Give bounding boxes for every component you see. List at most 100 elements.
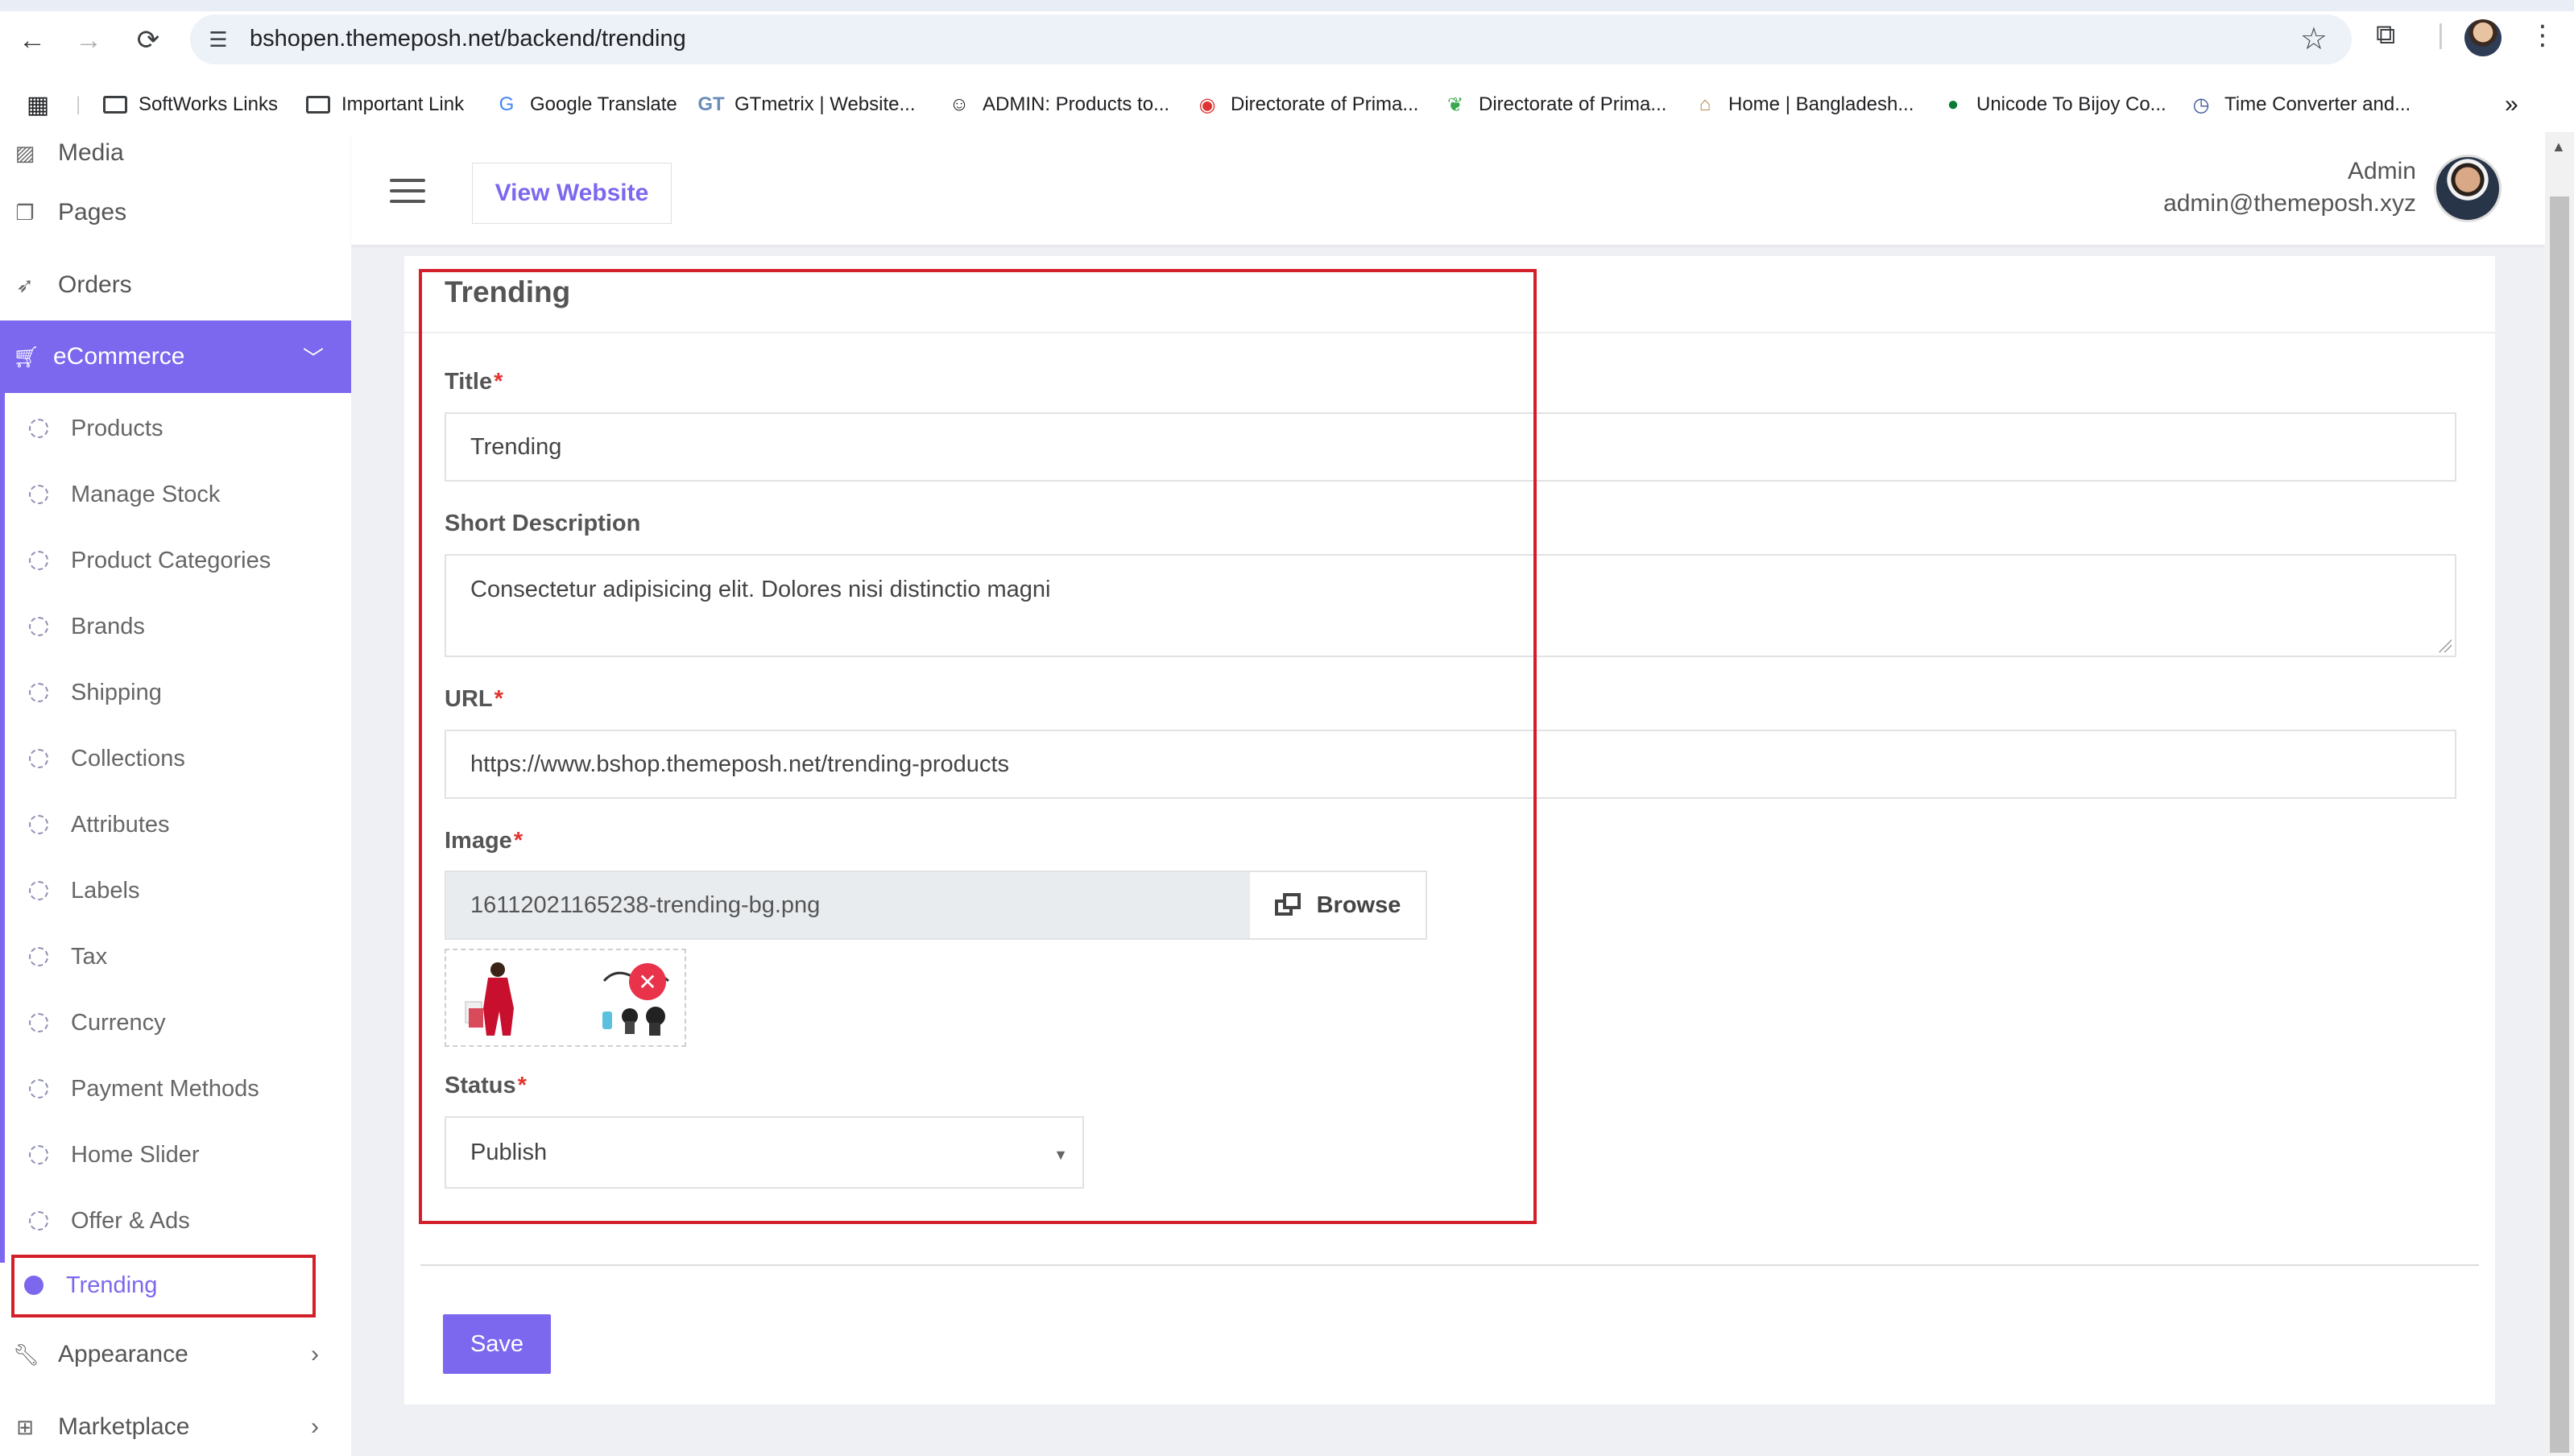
highlight-box <box>11 1255 316 1317</box>
circle-icon <box>29 683 48 702</box>
resize-handle[interactable] <box>2439 639 2452 652</box>
wrench-icon: 🔧︎ <box>13 1342 40 1367</box>
smiley-icon: ☺ <box>949 93 970 115</box>
scrollbar[interactable]: ▲ <box>2545 132 2574 1456</box>
circle-icon <box>29 947 48 966</box>
circle-icon <box>29 1211 48 1231</box>
sidebar: ▨ Media ❐ Pages ➶ Orders 🛒︎ eCommerce ﹀ Pro… <box>0 132 351 1456</box>
extensions-icon[interactable]: ⧉ <box>2376 19 2395 51</box>
avatar[interactable] <box>2434 155 2502 222</box>
folder-icon <box>306 96 330 114</box>
sidebar-item-pages[interactable]: ❐ Pages <box>0 180 351 245</box>
bookmark-item[interactable]: ◷ Time Converter and... <box>2189 87 2411 122</box>
sidebar-item-appearance[interactable]: 🔧︎ Appearance › <box>0 1322 351 1387</box>
circle-icon <box>29 881 48 900</box>
flag-icon: ● <box>1947 93 1959 115</box>
bookmark-item[interactable]: ⌂ Home | Bangladesh... <box>1693 87 1914 122</box>
bookmark-item[interactable]: ● Unicode To Bijoy Co... <box>1941 87 2166 122</box>
bookmarks-bar: ▦ | SoftWorks Links Important Link G Goog… <box>0 79 2574 133</box>
circle-icon <box>29 485 48 504</box>
bookmark-item[interactable]: G Google Translate <box>495 87 677 122</box>
url-label: URL* <box>445 686 503 712</box>
pages-icon: ❐ <box>15 200 35 225</box>
sidebar-item-manage-stock[interactable]: Manage Stock <box>29 470 220 519</box>
circle-icon <box>29 551 48 570</box>
circle-icon <box>29 1013 48 1032</box>
sidebar-item-labels[interactable]: Labels <box>29 867 139 915</box>
sidebar-item-shipping[interactable]: Shipping <box>29 668 162 717</box>
browse-icon <box>1274 893 1302 917</box>
short-description-label: Short Description <box>445 511 641 536</box>
more-bookmarks-icon[interactable]: » <box>2505 87 2518 122</box>
circle-icon <box>29 815 48 834</box>
emblem-icon: ◉ <box>1198 93 1216 116</box>
leaf-icon: ❦ <box>1446 93 1464 116</box>
sidebar-item-home-slider[interactable]: Home Slider <box>29 1131 200 1179</box>
title-input[interactable]: Trending <box>445 412 2456 482</box>
bookmark-item[interactable]: ❦ Directorate of Prima... <box>1443 87 1666 122</box>
sidebar-item-tax[interactable]: Tax <box>29 933 107 981</box>
status-label: Status* <box>445 1073 527 1098</box>
image-preview: ✕ <box>445 949 686 1047</box>
trending-form-card: Trending Title* Trending Short Descripti… <box>404 256 2495 1404</box>
sidebar-item-brands[interactable]: Brands <box>29 602 145 651</box>
profile-avatar[interactable] <box>2464 19 2502 56</box>
toolbar-divider: | <box>2437 19 2444 50</box>
menu-kebab-icon[interactable]: ⋮ <box>2529 19 2556 52</box>
remove-image-icon[interactable]: ✕ <box>629 963 666 1000</box>
bookmark-item[interactable]: ◉ Directorate of Prima... <box>1195 87 1419 122</box>
caret-down-icon: ▼ <box>1053 1147 1068 1163</box>
bookmark-item[interactable]: ☺ ADMIN: Products to... <box>947 87 1169 122</box>
gtmetrix-icon: GT <box>697 93 725 115</box>
scroll-up-icon[interactable]: ▲ <box>2551 139 2566 155</box>
image-filename-input[interactable]: 16112021165238-trending-bg.png <box>445 871 1252 940</box>
sidebar-item-attributes[interactable]: Attributes <box>29 800 170 849</box>
chevron-right-icon: › <box>311 1413 319 1440</box>
sidebar-item-offer-ads[interactable]: Offer & Ads <box>29 1197 190 1245</box>
sidebar-item-ecommerce[interactable]: 🛒︎ eCommerce ﹀ <box>0 321 351 393</box>
save-button[interactable]: Save <box>443 1314 551 1374</box>
url-text[interactable]: bshopen.themeposh.net/backend/trending <box>250 26 686 52</box>
url-input[interactable]: https://www.bshop.themeposh.net/trending… <box>445 730 2456 799</box>
title-label: Title* <box>445 369 503 395</box>
bookmark-item[interactable]: Important Link <box>306 87 464 122</box>
sidebar-item-marketplace[interactable]: ⊞ Marketplace › <box>0 1395 351 1456</box>
circle-icon <box>29 617 48 636</box>
rocket-icon: ➶ <box>16 272 34 297</box>
user-email: admin@themeposh.xyz <box>2163 190 2416 217</box>
view-website-button[interactable]: View Website <box>472 163 672 224</box>
sidebar-item-payment-methods[interactable]: Payment Methods <box>29 1065 259 1113</box>
bookmarks-divider: | <box>76 93 81 115</box>
short-description-textarea[interactable]: Consectetur adipisicing elit. Dolores ni… <box>445 554 2456 657</box>
browse-button[interactable]: Browse <box>1250 871 1427 940</box>
sidebar-item-media[interactable]: ▨ Media <box>0 132 351 185</box>
circle-icon <box>29 749 48 768</box>
circle-icon <box>29 419 48 438</box>
bookmark-item[interactable]: GT GTmetrix | Website... <box>697 87 915 122</box>
chevron-down-icon: ﹀ <box>302 345 324 370</box>
sidebar-item-collections[interactable]: Collections <box>29 734 185 783</box>
site-info-icon[interactable]: ☰ <box>203 24 234 55</box>
top-header: View Website Admin admin@themeposh.xyz <box>351 132 2545 245</box>
bookmark-star-icon[interactable]: ☆ <box>2300 21 2328 57</box>
bookmark-item[interactable]: SoftWorks Links <box>103 87 278 122</box>
menu-toggle-icon[interactable] <box>390 179 425 203</box>
apps-grid-icon[interactable]: ▦ <box>26 87 61 122</box>
back-icon[interactable]: ← <box>13 21 52 60</box>
user-name: Admin <box>2347 158 2416 184</box>
circle-icon <box>29 1079 48 1098</box>
divider <box>404 332 2495 333</box>
status-select[interactable]: Publish ▼ <box>445 1116 1084 1189</box>
image-icon: ▨ <box>14 140 35 165</box>
sidebar-item-products[interactable]: Products <box>29 404 163 453</box>
sidebar-item-product-categories[interactable]: Product Categories <box>29 536 271 585</box>
reload-icon[interactable]: ⟳ <box>129 21 168 60</box>
forward-icon[interactable]: → <box>69 21 108 60</box>
chevron-right-icon: › <box>311 1341 319 1367</box>
woman-shopping-image <box>465 962 514 1036</box>
tab-strip <box>0 0 2574 11</box>
address-bar[interactable]: ☰ bshopen.themeposh.net/backend/trending… <box>190 14 2352 64</box>
sidebar-item-orders[interactable]: ➶ Orders <box>0 253 351 317</box>
sidebar-item-currency[interactable]: Currency <box>29 999 166 1047</box>
scroll-thumb[interactable] <box>2550 196 2569 1453</box>
